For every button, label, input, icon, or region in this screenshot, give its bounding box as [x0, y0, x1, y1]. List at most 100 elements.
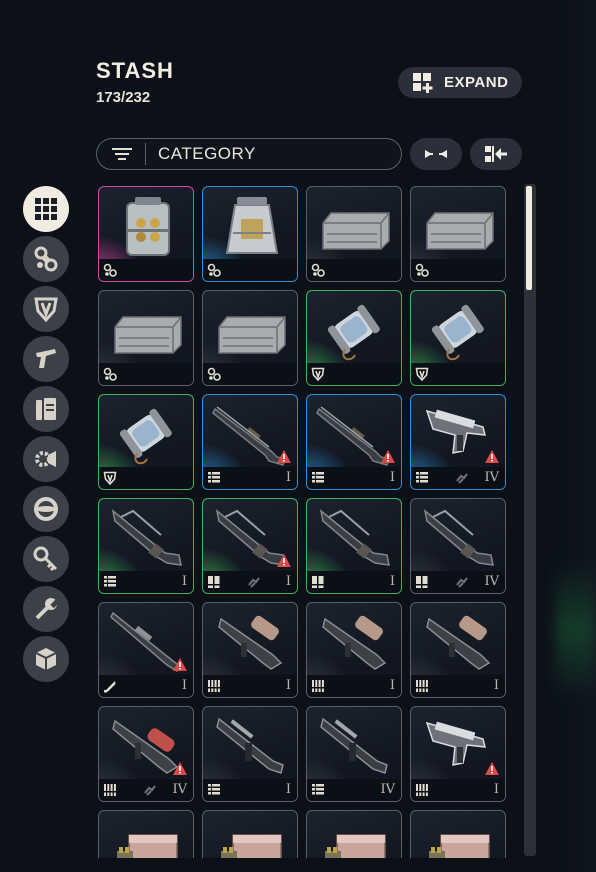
stash-item[interactable] [306, 290, 402, 386]
stash-item[interactable]: I [202, 706, 298, 802]
background-edge [560, 0, 596, 872]
stash-item[interactable]: I [202, 394, 298, 490]
item-info-bar: I [203, 779, 297, 801]
list-magazine-icon [103, 575, 117, 589]
warning-icon [173, 658, 187, 671]
item-tier: I [493, 782, 499, 797]
sort-left-icon [485, 146, 507, 162]
stash-item[interactable] [410, 810, 506, 858]
item-info-bar: IV [411, 467, 505, 489]
scrollbar-thumb[interactable] [526, 186, 532, 290]
item-tier: IV [172, 782, 187, 797]
stash-item[interactable] [98, 186, 194, 282]
item-image [107, 401, 187, 469]
item-info-bar: I [203, 675, 297, 697]
attachment-icon [248, 577, 260, 588]
stash-item[interactable]: I [410, 602, 506, 698]
item-info-bar: I [203, 467, 297, 489]
item-tier: IV [484, 574, 499, 589]
stash-item[interactable]: IV [98, 706, 194, 802]
sidebar-button-shield-armor[interactable] [23, 286, 69, 332]
stash-item[interactable]: IV [306, 706, 402, 802]
collapse-button[interactable] [410, 138, 462, 170]
stash-grid: I I IV I I I IV I I I I IV I IV I [98, 186, 512, 858]
list-magazine-icon [207, 783, 221, 797]
stash-item[interactable] [410, 290, 506, 386]
stash-item[interactable]: I [410, 706, 506, 802]
sidebar-button-ammo-magazine[interactable] [23, 386, 69, 432]
stash-item[interactable]: I [202, 602, 298, 698]
list-magazine-icon [311, 783, 325, 797]
warning-icon [485, 450, 499, 463]
item-image [107, 193, 187, 261]
item-image [419, 505, 499, 573]
sidebar-button-gear-parts[interactable] [23, 436, 69, 482]
item-image [315, 817, 395, 858]
warning-icon [277, 554, 291, 567]
double-magazine-icon [207, 575, 221, 589]
sidebar-button-wrench[interactable] [23, 586, 69, 632]
stash-item[interactable] [98, 810, 194, 858]
chain-links-icon [207, 367, 221, 381]
warning-icon [381, 450, 395, 463]
item-info-bar [99, 467, 193, 489]
sidebar-button-grid[interactable] [23, 186, 69, 232]
item-image [107, 297, 187, 365]
item-image [211, 817, 291, 858]
attachment-icon [144, 785, 156, 796]
stash-item[interactable] [306, 186, 402, 282]
stash-item[interactable] [306, 810, 402, 858]
sidebar-button-key[interactable] [23, 536, 69, 582]
chain-links-icon [103, 367, 117, 381]
stash-item[interactable] [98, 290, 194, 386]
expand-grid-icon [413, 72, 433, 93]
stash-item[interactable]: I [202, 498, 298, 594]
item-tier: I [181, 574, 187, 589]
sidebar-button-chain-links[interactable] [23, 236, 69, 282]
sidebar-button-ring[interactable] [23, 486, 69, 532]
wrench-icon [32, 595, 60, 623]
ammo-magazine-icon [32, 395, 60, 423]
stash-item[interactable]: I [306, 498, 402, 594]
stash-item[interactable]: I [306, 602, 402, 698]
item-info-bar [203, 363, 297, 385]
expand-button[interactable]: EXPAND [398, 67, 522, 98]
belt-icon [311, 679, 325, 693]
item-info-bar: I [99, 571, 193, 593]
item-tier: IV [380, 782, 395, 797]
item-info-bar [99, 363, 193, 385]
sidebar-button-cube[interactable] [23, 636, 69, 682]
stash-item[interactable] [202, 810, 298, 858]
item-image [211, 609, 291, 677]
stash-item[interactable]: I [98, 602, 194, 698]
shield-armor-icon [311, 367, 325, 382]
shield-armor-icon [415, 367, 429, 382]
double-magazine-icon [311, 575, 325, 589]
stash-item[interactable]: IV [410, 498, 506, 594]
stash-item[interactable] [410, 186, 506, 282]
gear-parts-icon [32, 445, 60, 473]
sort-button[interactable] [470, 138, 522, 170]
stash-item[interactable]: IV [410, 394, 506, 490]
sidebar-button-pistol[interactable] [23, 336, 69, 382]
item-info-bar: I [203, 571, 297, 593]
expand-label: EXPAND [444, 74, 509, 91]
category-filter[interactable]: CATEGORY [96, 138, 402, 170]
belt-icon [103, 783, 117, 797]
shield-armor-icon [32, 295, 60, 323]
item-tier: I [285, 574, 291, 589]
stash-item[interactable] [202, 186, 298, 282]
item-image [211, 193, 291, 261]
item-tier: I [389, 678, 395, 693]
item-tier: I [389, 470, 395, 485]
stash-item[interactable] [98, 394, 194, 490]
item-image [315, 609, 395, 677]
item-tier: I [285, 678, 291, 693]
stash-item[interactable]: I [98, 498, 194, 594]
stash-item[interactable]: I [306, 394, 402, 490]
category-label: CATEGORY [158, 144, 256, 163]
chain-links-icon [415, 263, 429, 277]
attachment-icon [456, 473, 468, 484]
stash-item[interactable] [202, 290, 298, 386]
warning-icon [485, 762, 499, 775]
